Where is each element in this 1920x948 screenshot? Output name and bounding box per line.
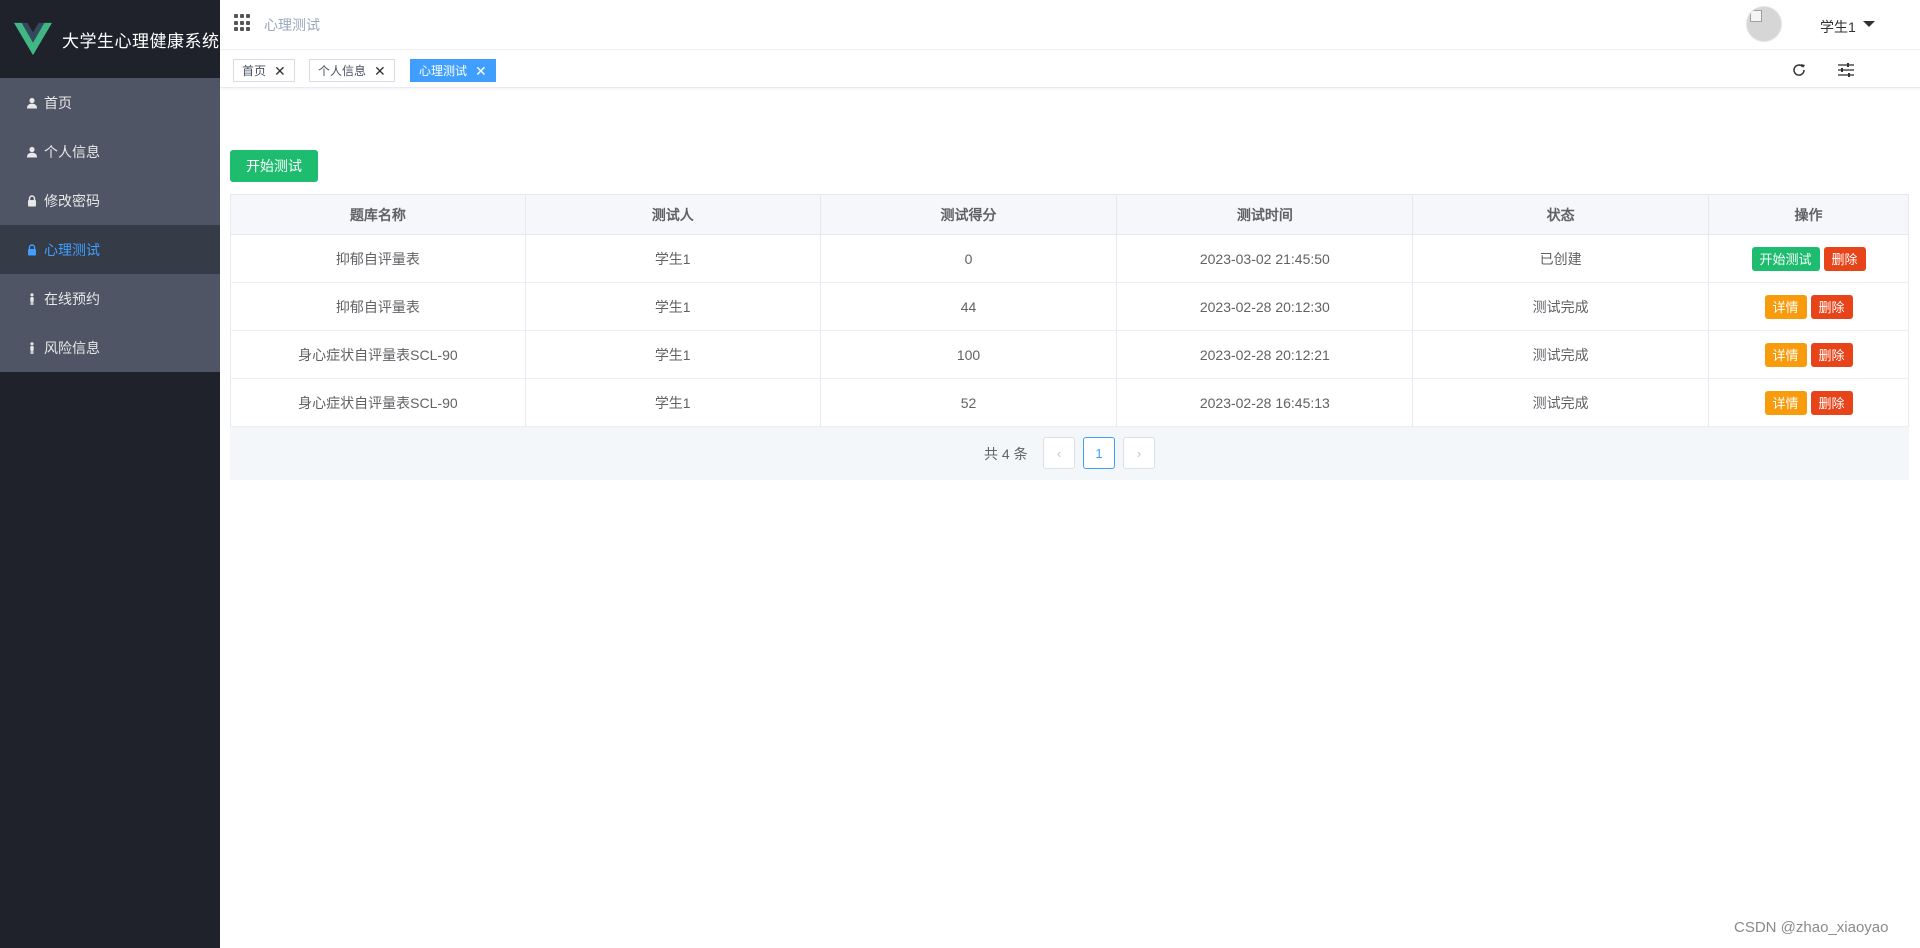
person-standing-icon [25,292,39,306]
col-header-status: 状态 [1412,194,1710,235]
app-title: 大学生心理健康系统 [62,31,220,51]
lock-icon [25,243,39,257]
caret-down-icon[interactable] [1863,21,1875,27]
person-standing-icon [25,341,39,355]
cell-time: 2023-02-28 20:12:30 [1116,282,1414,331]
cell-actions: 详情 删除 [1708,378,1909,427]
cell-score: 0 [820,234,1118,283]
col-header-score: 测试得分 [820,194,1118,235]
lock-icon [25,194,39,208]
next-page-button[interactable]: › [1123,437,1155,469]
sidebar-item-profile[interactable]: 个人信息 [0,127,220,176]
col-header-tester: 测试人 [525,194,821,235]
delete-button[interactable]: 删除 [1810,342,1853,367]
tag-profile[interactable]: 个人信息 ✕ [309,59,395,82]
cell-tester: 学生1 [525,378,821,427]
tag-label: 个人信息 [318,64,367,78]
sidebar-item-psych-test[interactable]: 心理测试 [0,225,220,274]
sidebar-item-home[interactable]: 首页 [0,78,220,127]
start-test-row-button[interactable]: 开始测试 [1751,246,1820,271]
pagination: 共 4 条 ‹ 1 › [230,427,1909,480]
test-records-table: 题库名称 测试人 测试得分 测试时间 状态 操作 抑郁自评量表 学生1 0 20… [230,194,1909,427]
delete-button[interactable]: 删除 [1810,390,1853,415]
close-icon[interactable]: ✕ [374,64,386,78]
cell-tester: 学生1 [525,282,821,331]
watermark: CSDN @zhao_xiaoyao [1734,919,1889,936]
tag-label: 心理测试 [419,64,468,78]
sidebar-item-label: 修改密码 [44,192,100,209]
apps-grid-icon[interactable] [234,14,252,32]
sidebar-item-label: 首页 [44,94,72,111]
cell-tester: 学生1 [525,234,821,283]
cell-score: 100 [820,330,1118,379]
tag-label: 首页 [242,64,267,78]
cell-name: 抑郁自评量表 [230,282,526,331]
cell-name: 身心症状自评量表SCL-90 [230,378,526,427]
brand: 大学生心理健康系统 [0,0,220,78]
sidebar-item-label: 心理测试 [44,241,100,258]
sliders-icon[interactable] [1837,61,1855,79]
sidebar-item-label: 在线预约 [44,290,100,307]
cell-status: 测试完成 [1412,282,1710,331]
breadcrumb[interactable]: 心理测试 [264,15,320,35]
cell-status: 测试完成 [1412,378,1710,427]
table-row: 身心症状自评量表SCL-90 学生1 100 2023-02-28 20:12:… [230,330,1909,379]
col-header-actions: 操作 [1708,194,1909,235]
details-button[interactable]: 详情 [1764,294,1807,319]
cell-name: 身心症状自评量表SCL-90 [230,330,526,379]
details-button[interactable]: 详情 [1764,390,1807,415]
cell-actions: 开始测试 删除 [1708,234,1909,283]
cell-actions: 详情 删除 [1708,330,1909,379]
pagination-total: 共 4 条 [984,446,1028,462]
cell-score: 52 [820,378,1118,427]
cell-status: 已创建 [1412,234,1710,283]
cell-time: 2023-02-28 20:12:21 [1116,330,1414,379]
user-icon [25,96,39,110]
sidebar-item-change-password[interactable]: 修改密码 [0,176,220,225]
cell-time: 2023-03-02 21:45:50 [1116,234,1414,283]
sidebar-item-label: 个人信息 [44,143,100,160]
delete-button[interactable]: 删除 [1823,246,1866,271]
col-header-time: 测试时间 [1116,194,1414,235]
refresh-icon[interactable] [1790,61,1808,79]
cell-time: 2023-02-28 16:45:13 [1116,378,1414,427]
table-row: 抑郁自评量表 学生1 0 2023-03-02 21:45:50 已创建 开始测… [230,234,1909,283]
cell-tester: 学生1 [525,330,821,379]
sidebar-item-risk-info[interactable]: 风险信息 [0,323,220,372]
details-button[interactable]: 详情 [1764,342,1807,367]
close-icon[interactable]: ✕ [475,64,487,78]
vue-logo-icon [14,22,52,56]
col-header-name: 题库名称 [230,194,526,235]
sidebar-item-appointment[interactable]: 在线预约 [0,274,220,323]
tag-home[interactable]: 首页 ✕ [233,59,295,82]
page-number-1[interactable]: 1 [1083,437,1115,469]
avatar[interactable] [1746,6,1782,42]
tags-view-bar: 首页 ✕ 个人信息 ✕ 心理测试 ✕ [220,52,1920,88]
start-test-button[interactable]: 开始测试 [230,150,318,182]
close-icon[interactable]: ✕ [274,64,286,78]
top-header: 心理测试 学生1 [220,0,1920,50]
table-row: 身心症状自评量表SCL-90 学生1 52 2023-02-28 16:45:1… [230,378,1909,427]
sidebar-item-label: 风险信息 [44,339,100,356]
table-header-row: 题库名称 测试人 测试得分 测试时间 状态 操作 [230,194,1909,235]
user-name[interactable]: 学生1 [1820,17,1856,37]
cell-actions: 详情 删除 [1708,282,1909,331]
sidebar-menu: 首页 个人信息 修改密码 心理测试 在线预约 风险信息 [0,78,220,372]
table-row: 抑郁自评量表 学生1 44 2023-02-28 20:12:30 测试完成 详… [230,282,1909,331]
sidebar: 大学生心理健康系统 首页 个人信息 修改密码 心理测试 在线预约 风险信息 [0,0,220,948]
tag-psych-test[interactable]: 心理测试 ✕ [410,59,496,82]
prev-page-button[interactable]: ‹ [1043,437,1075,469]
delete-button[interactable]: 删除 [1810,294,1853,319]
user-icon [25,145,39,159]
cell-status: 测试完成 [1412,330,1710,379]
cell-score: 44 [820,282,1118,331]
cell-name: 抑郁自评量表 [230,234,526,283]
